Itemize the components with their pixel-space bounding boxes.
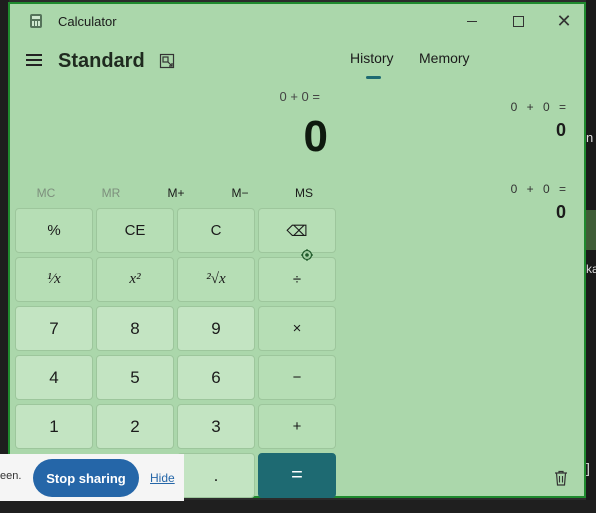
memory-row: MC MR M+ M− MS xyxy=(16,182,340,204)
background-bottom-strip xyxy=(0,500,596,513)
close-button[interactable]: ✕ xyxy=(544,8,584,34)
history-expression: 0 + 0 = xyxy=(510,100,566,114)
background-text: n xyxy=(586,130,594,145)
digit-9-button[interactable]: 9 xyxy=(177,306,255,351)
close-icon: ✕ xyxy=(556,10,572,31)
backspace-icon: ⌫ xyxy=(286,222,308,240)
calculator-app-icon xyxy=(30,14,42,28)
mode-title: Standard xyxy=(58,50,145,72)
digit-3-button[interactable]: 3 xyxy=(177,404,255,449)
target-cursor-icon xyxy=(301,249,313,261)
tab-history[interactable]: History xyxy=(350,50,394,66)
digit-7-button[interactable]: 7 xyxy=(15,306,93,351)
equals-button[interactable]: = xyxy=(258,453,336,498)
memory-store-button[interactable]: MS xyxy=(274,182,334,204)
digit-4-button[interactable]: 4 xyxy=(15,355,93,400)
history-result: 0 xyxy=(555,120,566,140)
plus-button[interactable]: + xyxy=(258,404,336,449)
square-root-button[interactable]: ²√x xyxy=(177,257,255,302)
maximize-button[interactable] xyxy=(498,8,538,34)
digit-5-button[interactable]: 5 xyxy=(96,355,174,400)
tab-memory[interactable]: Memory xyxy=(419,50,470,66)
minimize-icon xyxy=(467,20,477,22)
background-icon: ] xyxy=(586,460,590,476)
divide-button[interactable]: ÷ xyxy=(258,257,336,302)
share-message: een. xyxy=(0,470,22,482)
square-button[interactable]: x² xyxy=(96,257,174,302)
backspace-button[interactable]: ⌫ xyxy=(258,208,336,253)
digit-6-button[interactable]: 6 xyxy=(177,355,255,400)
history-item[interactable]: 0 + 0 = 0 xyxy=(410,182,566,223)
active-tab-indicator xyxy=(366,76,381,79)
hide-link[interactable]: Hide xyxy=(150,471,175,485)
maximize-icon xyxy=(512,15,524,27)
background-text: ka xyxy=(586,262,596,276)
history-item[interactable]: 0 + 0 = 0 xyxy=(410,100,566,141)
clear-button[interactable]: C xyxy=(177,208,255,253)
expression-display: 0 + 0 = xyxy=(279,89,320,104)
digit-8-button[interactable]: 8 xyxy=(96,306,174,351)
digit-1-button[interactable]: 1 xyxy=(15,404,93,449)
memory-add-button[interactable]: M+ xyxy=(146,182,206,204)
result-display: 0 xyxy=(303,112,328,161)
trash-icon[interactable] xyxy=(554,470,568,486)
multiply-button[interactable]: × xyxy=(258,306,336,351)
screen-share-bar: een. Stop sharing Hide xyxy=(0,454,184,501)
percent-button[interactable]: % xyxy=(15,208,93,253)
window-title: Calculator xyxy=(58,14,117,29)
calculator-window: Calculator ✕ Standard 0 + 0 = 0 MC MR M+… xyxy=(8,2,586,498)
history-result: 0 xyxy=(555,202,566,222)
decimal-button[interactable]: . xyxy=(177,453,255,498)
title-bar[interactable]: Calculator ✕ xyxy=(10,4,584,38)
memory-subtract-button[interactable]: M− xyxy=(210,182,270,204)
clear-entry-button[interactable]: CE xyxy=(96,208,174,253)
background-right-strip xyxy=(586,0,596,513)
memory-clear-button[interactable]: MC xyxy=(16,182,76,204)
square-root-label: ²√x xyxy=(206,271,226,287)
square-label: x² xyxy=(129,271,141,287)
keep-on-top-icon[interactable] xyxy=(159,53,175,69)
history-expression: 0 + 0 = xyxy=(510,182,566,196)
stop-sharing-button[interactable]: Stop sharing xyxy=(33,459,139,497)
memory-recall-button[interactable]: MR xyxy=(81,182,141,204)
digit-2-button[interactable]: 2 xyxy=(96,404,174,449)
minimize-button[interactable] xyxy=(452,8,492,34)
hamburger-menu-icon[interactable] xyxy=(26,54,42,66)
reciprocal-button[interactable]: ¹⁄x xyxy=(15,257,93,302)
background-thumbnail xyxy=(586,210,596,250)
reciprocal-label: ¹⁄x xyxy=(47,271,61,287)
minus-button[interactable]: − xyxy=(258,355,336,400)
